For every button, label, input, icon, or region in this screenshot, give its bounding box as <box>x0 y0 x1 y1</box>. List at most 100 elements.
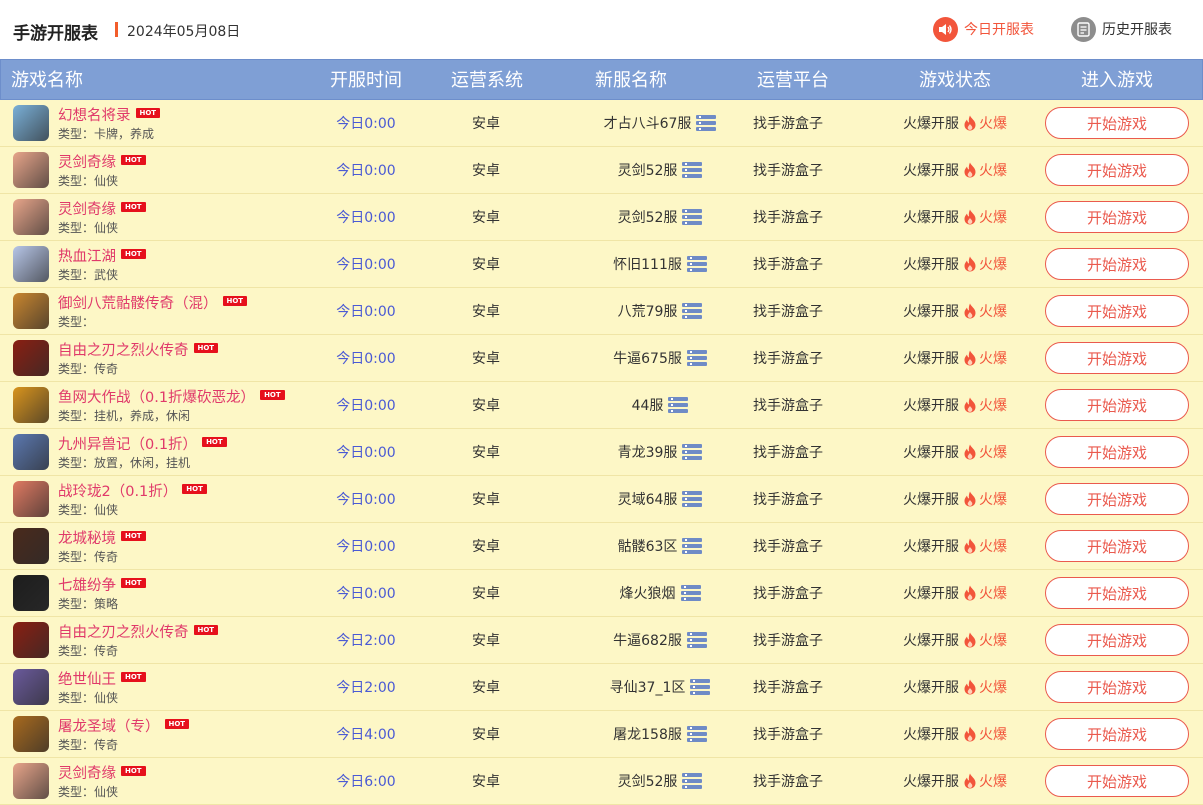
open-time: 今日0:00 <box>336 445 396 461</box>
game-type: 仙侠 <box>94 784 119 799</box>
game-type-prefix: 类型： <box>58 596 95 611</box>
start-game-button[interactable]: 开始游戏 <box>1045 483 1189 515</box>
game-app-icon[interactable] <box>13 387 49 423</box>
hot-badge: HOT <box>193 624 219 635</box>
game-name-link[interactable]: 自由之刃之烈火传奇 <box>58 339 189 360</box>
heat-label: 火爆 <box>979 210 1007 226</box>
game-name-link[interactable]: 热血江湖 <box>58 245 116 266</box>
game-name-link[interactable]: 灵剑奇缘 <box>58 151 116 172</box>
start-game-button[interactable]: 开始游戏 <box>1045 436 1189 468</box>
game-cell[interactable]: 灵剑奇缘 HOT 类型：仙侠 <box>13 758 146 804</box>
game-name-link[interactable]: 七雄纷争 <box>58 574 116 595</box>
game-name-link[interactable]: 龙城秘境 <box>58 527 116 548</box>
game-name-link[interactable]: 幻想名将录 <box>58 104 131 125</box>
game-app-icon[interactable] <box>13 293 49 329</box>
game-cell[interactable]: 自由之刃之烈火传奇 HOT 类型：传奇 <box>13 335 219 381</box>
game-app-icon[interactable] <box>13 763 49 799</box>
game-type: 传奇 <box>94 549 119 564</box>
game-cell[interactable]: 幻想名将录 HOT 类型：卡牌，养成 <box>13 100 161 146</box>
game-name-link[interactable]: 御剑八荒骷髅传奇（混） <box>58 292 218 313</box>
heat-label: 火爆 <box>979 398 1007 414</box>
heat-label: 火爆 <box>979 116 1007 132</box>
game-name-link[interactable]: 绝世仙王 <box>58 668 116 689</box>
game-name-link[interactable]: 灵剑奇缘 <box>58 198 116 219</box>
start-game-button[interactable]: 开始游戏 <box>1045 248 1189 280</box>
start-game-button[interactable]: 开始游戏 <box>1045 107 1189 139</box>
game-cell[interactable]: 战玲珑2（0.1折） HOT 类型：仙侠 <box>13 476 207 522</box>
heat-label: 火爆 <box>979 257 1007 273</box>
date-label: 2024年05月08日 <box>127 24 241 40</box>
start-game-button[interactable]: 开始游戏 <box>1045 201 1189 233</box>
game-type: 仙侠 <box>94 173 119 188</box>
server-icon <box>682 444 703 460</box>
start-game-button[interactable]: 开始游戏 <box>1045 154 1189 186</box>
start-game-button[interactable]: 开始游戏 <box>1045 295 1189 327</box>
start-game-button[interactable]: 开始游戏 <box>1045 765 1189 797</box>
game-cell[interactable]: 屠龙圣域（专） HOT 类型：传奇 <box>13 711 190 757</box>
flame-icon <box>964 115 976 131</box>
flame-icon <box>964 585 976 601</box>
start-game-button[interactable]: 开始游戏 <box>1045 389 1189 421</box>
game-cell[interactable]: 御剑八荒骷髅传奇（混） HOT 类型： <box>13 288 248 334</box>
server-icon <box>682 773 703 789</box>
platform-name: 找手游盒子 <box>753 304 823 320</box>
column-header-enter-game: 进入游戏 <box>1081 70 1153 91</box>
column-header-server-name: 新服名称 <box>595 70 667 91</box>
tab-history-schedule[interactable]: 历史开服表 <box>1071 16 1172 42</box>
game-name-link[interactable]: 自由之刃之烈火传奇 <box>58 621 189 642</box>
start-game-button[interactable]: 开始游戏 <box>1045 671 1189 703</box>
game-app-icon[interactable] <box>13 669 49 705</box>
start-game-button[interactable]: 开始游戏 <box>1045 718 1189 750</box>
speaker-icon <box>933 16 958 42</box>
table-row: 九州异兽记（0.1折） HOT 类型：放置，休闲，挂机 今日0:00 安卓 青龙… <box>0 429 1203 476</box>
start-game-button[interactable]: 开始游戏 <box>1045 577 1189 609</box>
column-header-game-status: 游戏状态 <box>919 70 991 91</box>
game-app-icon[interactable] <box>13 622 49 658</box>
game-cell[interactable]: 鱼网大作战（0.1折爆砍恶龙） HOT 类型：挂机，养成，休闲 <box>13 382 285 428</box>
game-app-icon[interactable] <box>13 152 49 188</box>
game-cell[interactable]: 绝世仙王 HOT 类型：仙侠 <box>13 664 146 710</box>
table-header: 游戏名称 开服时间 运营系统 新服名称 运营平台 游戏状态 进入游戏 <box>0 59 1203 100</box>
game-app-icon[interactable] <box>13 528 49 564</box>
game-name-link[interactable]: 战玲珑2（0.1折） <box>58 480 177 501</box>
hot-badge: HOT <box>182 483 207 494</box>
flame-icon <box>964 726 976 742</box>
server-icon <box>680 585 701 601</box>
open-time: 今日2:00 <box>336 680 396 696</box>
game-cell[interactable]: 灵剑奇缘 HOT 类型：仙侠 <box>13 147 146 193</box>
game-type-prefix: 类型： <box>58 173 95 188</box>
game-app-icon[interactable] <box>13 481 49 517</box>
os-name: 安卓 <box>472 210 500 226</box>
game-type: 放置，休闲，挂机 <box>94 455 191 470</box>
server-icon <box>682 209 703 225</box>
game-name-link[interactable]: 九州异兽记（0.1折） <box>58 433 197 454</box>
start-game-button[interactable]: 开始游戏 <box>1045 342 1189 374</box>
game-name-link[interactable]: 灵剑奇缘 <box>58 762 116 783</box>
game-status: 火爆开服 <box>903 492 959 508</box>
game-cell[interactable]: 龙城秘境 HOT 类型：传奇 <box>13 523 146 569</box>
game-cell[interactable]: 热血江湖 HOT 类型：武侠 <box>13 241 146 287</box>
game-name-link[interactable]: 鱼网大作战（0.1折爆砍恶龙） <box>58 386 255 407</box>
start-game-button[interactable]: 开始游戏 <box>1045 624 1189 656</box>
game-cell[interactable]: 自由之刃之烈火传奇 HOT 类型：传奇 <box>13 617 219 663</box>
page-header: 手游开服表 2024年05月08日 今日开服表 历史开服表 <box>0 0 1203 60</box>
game-cell[interactable]: 九州异兽记（0.1折） HOT 类型：放置，休闲，挂机 <box>13 429 227 475</box>
heat-label: 火爆 <box>979 304 1007 320</box>
game-app-icon[interactable] <box>13 575 49 611</box>
game-name-link[interactable]: 屠龙圣域（专） <box>58 715 160 736</box>
platform-name: 找手游盒子 <box>753 445 823 461</box>
game-app-icon[interactable] <box>13 199 49 235</box>
game-app-icon[interactable] <box>13 434 49 470</box>
tab-today-schedule[interactable]: 今日开服表 <box>933 16 1034 42</box>
game-app-icon[interactable] <box>13 246 49 282</box>
game-app-icon[interactable] <box>13 716 49 752</box>
table-row: 屠龙圣域（专） HOT 类型：传奇 今日4:00 安卓 屠龙158服 找手游盒子… <box>0 711 1203 758</box>
game-type: 策略 <box>94 596 119 611</box>
game-app-icon[interactable] <box>13 340 49 376</box>
game-cell[interactable]: 灵剑奇缘 HOT 类型：仙侠 <box>13 194 146 240</box>
game-cell[interactable]: 七雄纷争 HOT 类型：策略 <box>13 570 146 616</box>
platform-name: 找手游盒子 <box>753 210 823 226</box>
heat-label: 火爆 <box>979 445 1007 461</box>
game-app-icon[interactable] <box>13 105 49 141</box>
start-game-button[interactable]: 开始游戏 <box>1045 530 1189 562</box>
